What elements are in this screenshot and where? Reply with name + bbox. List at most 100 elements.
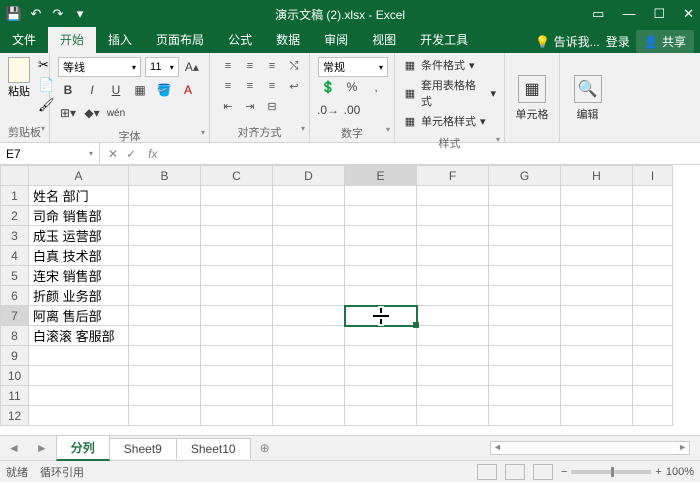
cell-H2[interactable] [561,206,633,226]
cell-D1[interactable] [273,186,345,206]
cell-G8[interactable] [489,326,561,346]
underline-button[interactable]: U [106,80,126,100]
save-icon[interactable]: 💾 [6,6,22,22]
cell-A9[interactable] [29,346,129,366]
cell-F6[interactable] [417,286,489,306]
cell-B7[interactable] [129,306,201,326]
increase-indent-icon[interactable]: ⇥ [240,97,260,115]
cell-B6[interactable] [129,286,201,306]
cell-B12[interactable] [129,406,201,426]
format-table-button[interactable]: ▦套用表格格式 ▾ [403,77,496,109]
cell-E7[interactable] [345,306,417,326]
decrease-decimal-icon[interactable]: .00 [342,100,362,120]
font-size-combo[interactable]: 11▾ [145,57,179,77]
column-header-F[interactable]: F [417,166,489,186]
cell-G10[interactable] [489,366,561,386]
editing-button[interactable]: 🔍 编辑 [574,75,602,122]
cell-B10[interactable] [129,366,201,386]
cell-B11[interactable] [129,386,201,406]
cell-C7[interactable] [201,306,273,326]
font-name-combo[interactable]: 等线▾ [58,57,141,77]
cell-A3[interactable]: 成玉 运营部 [29,226,129,246]
tab-data[interactable]: 数据 [264,27,312,53]
cell-F10[interactable] [417,366,489,386]
select-all-button[interactable] [1,166,29,186]
cell-H8[interactable] [561,326,633,346]
cancel-formula-icon[interactable]: ✕ [108,147,118,161]
cell-E9[interactable] [345,346,417,366]
cell-E11[interactable] [345,386,417,406]
enter-formula-icon[interactable]: ✓ [126,147,136,161]
cell-I10[interactable] [633,366,673,386]
cell-I3[interactable] [633,226,673,246]
worksheet-grid[interactable]: ABCDEFGHI1姓名 部门2司命 销售部3成玉 运营部4白真 技术部5连宋 … [0,165,700,435]
decrease-indent-icon[interactable]: ⇤ [218,97,238,115]
cell-I8[interactable] [633,326,673,346]
cell-H5[interactable] [561,266,633,286]
row-header-9[interactable]: 9 [1,346,29,366]
ribbon-options-icon[interactable]: ▭ [592,6,604,22]
cell-F7[interactable] [417,306,489,326]
undo-icon[interactable]: ↶ [28,6,44,22]
cell-B5[interactable] [129,266,201,286]
cell-C8[interactable] [201,326,273,346]
tab-file[interactable]: 文件 [0,27,48,53]
cell-H3[interactable] [561,226,633,246]
sheet-tab-3[interactable]: Sheet10 [176,438,251,459]
cell-B1[interactable] [129,186,201,206]
row-header-10[interactable]: 10 [1,366,29,386]
share-button[interactable]: 👤 共享 [636,30,694,53]
column-header-B[interactable]: B [129,166,201,186]
cell-G2[interactable] [489,206,561,226]
fx-icon[interactable]: fx [144,147,161,161]
cell-C1[interactable] [201,186,273,206]
cell-D8[interactable] [273,326,345,346]
align-right-icon[interactable]: ≡ [262,77,282,95]
normal-view-button[interactable] [477,464,497,480]
column-header-E[interactable]: E [345,166,417,186]
cell-A6[interactable]: 折颜 业务部 [29,286,129,306]
sheet-tab-active[interactable]: 分列 [56,435,110,461]
cell-F9[interactable] [417,346,489,366]
cell-A12[interactable] [29,406,129,426]
row-header-7[interactable]: 7 [1,306,29,326]
row-header-2[interactable]: 2 [1,206,29,226]
cell-H10[interactable] [561,366,633,386]
cell-I7[interactable] [633,306,673,326]
login-link[interactable]: 登录 [606,33,630,50]
cell-E4[interactable] [345,246,417,266]
comma-icon[interactable]: , [366,77,386,97]
paste-button[interactable]: 粘贴 [8,57,30,113]
cell-D11[interactable] [273,386,345,406]
fill-color-button[interactable]: 🪣 [154,80,174,100]
column-header-C[interactable]: C [201,166,273,186]
zoom-in-icon[interactable]: + [655,466,661,478]
cell-D3[interactable] [273,226,345,246]
cell-B3[interactable] [129,226,201,246]
orientation-icon[interactable]: ⤭ [284,57,304,75]
cell-G4[interactable] [489,246,561,266]
cell-F4[interactable] [417,246,489,266]
sheet-nav-prev[interactable]: ◄ [0,441,28,455]
cell-D9[interactable] [273,346,345,366]
cell-G6[interactable] [489,286,561,306]
cell-D12[interactable] [273,406,345,426]
percent-icon[interactable]: % [342,77,362,97]
fill-dropdown[interactable]: ◆▾ [82,103,102,123]
cell-C12[interactable] [201,406,273,426]
cell-D10[interactable] [273,366,345,386]
qat-more-icon[interactable]: ▾ [72,6,88,22]
column-header-D[interactable]: D [273,166,345,186]
zoom-out-icon[interactable]: − [561,466,567,478]
cell-D6[interactable] [273,286,345,306]
italic-button[interactable]: I [82,80,102,100]
cell-F12[interactable] [417,406,489,426]
cell-G3[interactable] [489,226,561,246]
sheet-nav-next[interactable]: ► [28,441,56,455]
cell-A2[interactable]: 司命 销售部 [29,206,129,226]
cell-E5[interactable] [345,266,417,286]
cell-I2[interactable] [633,206,673,226]
row-header-6[interactable]: 6 [1,286,29,306]
number-format-combo[interactable]: 常规▾ [318,57,388,77]
tab-view[interactable]: 视图 [360,27,408,53]
